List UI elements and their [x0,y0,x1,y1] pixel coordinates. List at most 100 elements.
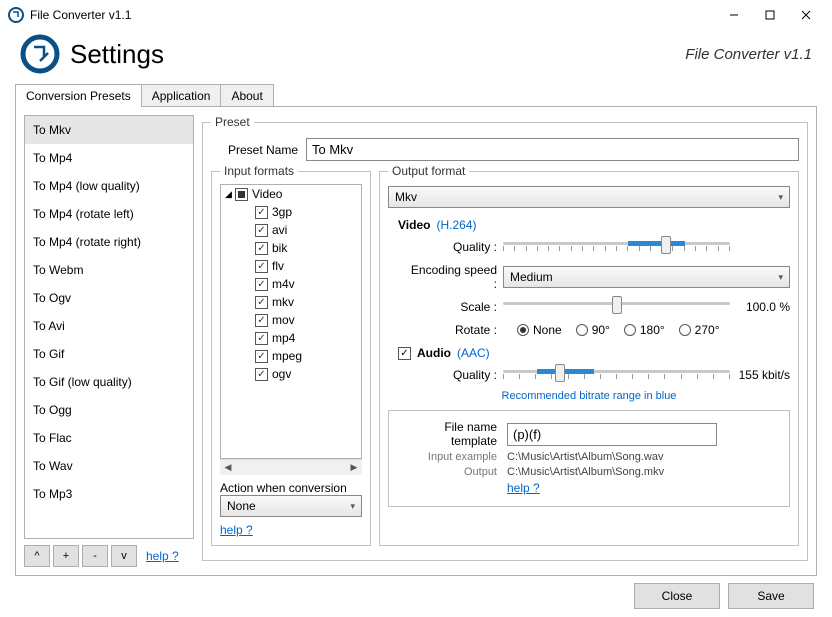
audio-quality-row: Quality : 155 kbit/s [408,365,790,385]
scale-slider[interactable] [503,297,730,317]
app-logo [20,34,60,74]
checkbox[interactable] [255,224,268,237]
output-format-combo[interactable]: Mkv ▾ [388,186,790,208]
titlebar: File Converter v1.1 [0,0,832,30]
action-combo[interactable]: None ▾ [220,495,362,517]
app-icon [8,7,24,23]
output-format-fieldset: Output format Mkv ▾ Video (H.264) Qualit… [379,164,799,546]
tree-item[interactable]: ogv [221,365,361,383]
scale-row: Scale : 100.0 % [408,297,790,317]
tab-about[interactable]: About [220,84,273,107]
audio-enable-checkbox[interactable] [398,347,411,360]
page-title: Settings [70,39,685,70]
scale-value: 100.0 % [730,300,790,314]
checkbox[interactable] [255,314,268,327]
close-dialog-button[interactable]: Close [634,583,720,609]
preset-item[interactable]: To Flac [25,424,193,452]
tree-item[interactable]: mov [221,311,361,329]
tree-item[interactable]: flv [221,257,361,275]
scale-label: Scale : [408,300,503,314]
preset-item[interactable]: To Mp3 [25,480,193,508]
encoding-speed-value: Medium [510,270,553,284]
maximize-button[interactable] [752,1,788,29]
format-tree[interactable]: ◢ Video 3gp avi bik flv m4v mkv mov mp4 [220,184,362,459]
rotate-270[interactable]: 270° [679,323,720,337]
action-label: Action when conversion [220,481,362,495]
preset-item[interactable]: To Mkv [25,116,193,144]
preset-item[interactable]: To Avi [25,312,193,340]
bitrate-recommendation: Recommended bitrate range in blue [388,390,790,402]
output-example-value: C:\Music\Artist\Album\Song.mkv [507,466,664,478]
save-button[interactable]: Save [728,583,814,609]
tree-item[interactable]: mpeg [221,347,361,365]
chevron-down-icon: ▾ [778,272,783,283]
preset-item[interactable]: To Mp4 [25,144,193,172]
tree-item[interactable]: bik [221,239,361,257]
encoding-speed-combo[interactable]: Medium ▾ [503,266,790,288]
video-quality-slider[interactable] [503,237,730,257]
video-heading: Video [398,218,430,232]
preset-name-label: Preset Name [211,143,306,157]
remove-preset-button[interactable]: - [82,545,108,567]
window-title: File Converter v1.1 [30,8,716,22]
input-example-value: C:\Music\Artist\Album\Song.wav [507,451,664,463]
rotate-90[interactable]: 90° [576,323,610,337]
help-link[interactable]: help ? [220,523,362,537]
video-quality-label: Quality : [408,240,503,254]
tree-item[interactable]: avi [221,221,361,239]
checkbox[interactable] [255,350,268,363]
tree-group-video[interactable]: ◢ Video [221,185,361,203]
filename-template-label: File name template [397,420,507,448]
checkbox[interactable] [255,278,268,291]
checkbox[interactable] [255,242,268,255]
checkbox[interactable] [255,332,268,345]
input-example-label: Input example [397,451,507,463]
preset-item[interactable]: To Gif (low quality) [25,368,193,396]
rotate-180[interactable]: 180° [624,323,665,337]
tree-item[interactable]: m4v [221,275,361,293]
tab-conversion-presets[interactable]: Conversion Presets [15,84,142,107]
tree-item[interactable]: mp4 [221,329,361,347]
encoding-speed-label: Encoding speed : [408,263,503,291]
preset-fieldset: Preset Preset Name Input formats ◢ Video [202,115,808,561]
output-format-legend: Output format [388,164,469,178]
add-preset-button[interactable]: + [53,545,79,567]
preset-editor: Preset Preset Name Input formats ◢ Video [194,115,808,567]
preset-item[interactable]: To Webm [25,256,193,284]
collapse-icon[interactable]: ◢ [225,189,235,200]
close-button[interactable] [788,1,824,29]
preset-item[interactable]: To Mp4 (low quality) [25,172,193,200]
preset-item[interactable]: To Mp4 (rotate left) [25,200,193,228]
checkbox[interactable] [255,206,268,219]
preset-item[interactable]: To Ogv [25,284,193,312]
video-quality-row: Quality : [408,237,790,257]
help-link[interactable]: help ? [146,549,179,563]
horizontal-scrollbar[interactable]: ◀▶ [220,459,362,475]
action-value: None [227,499,256,513]
preset-item[interactable]: To Mp4 (rotate right) [25,228,193,256]
checkbox[interactable] [255,368,268,381]
preset-list-buttons: ^ + - v help ? [24,545,194,567]
checkbox[interactable] [255,260,268,273]
tab-application[interactable]: Application [141,84,222,107]
audio-quality-slider[interactable] [503,365,730,385]
filename-template-input[interactable] [507,423,717,446]
move-down-button[interactable]: v [111,545,137,567]
input-formats-legend: Input formats [220,164,298,178]
video-codec: (H.264) [436,218,476,232]
preset-item[interactable]: To Gif [25,340,193,368]
rotate-none[interactable]: None [517,323,562,337]
output-format-value: Mkv [395,190,417,204]
preset-item[interactable]: To Ogg [25,396,193,424]
help-link[interactable]: help ? [507,481,540,495]
minimize-button[interactable] [716,1,752,29]
page-header: Settings File Converter v1.1 [0,30,832,84]
preset-item[interactable]: To Wav [25,452,193,480]
checkbox-video-group[interactable] [235,188,248,201]
preset-list[interactable]: To Mkv To Mp4 To Mp4 (low quality) To Mp… [24,115,194,539]
preset-name-input[interactable] [306,138,799,161]
tree-item[interactable]: mkv [221,293,361,311]
tree-item[interactable]: 3gp [221,203,361,221]
checkbox[interactable] [255,296,268,309]
move-up-button[interactable]: ^ [24,545,50,567]
